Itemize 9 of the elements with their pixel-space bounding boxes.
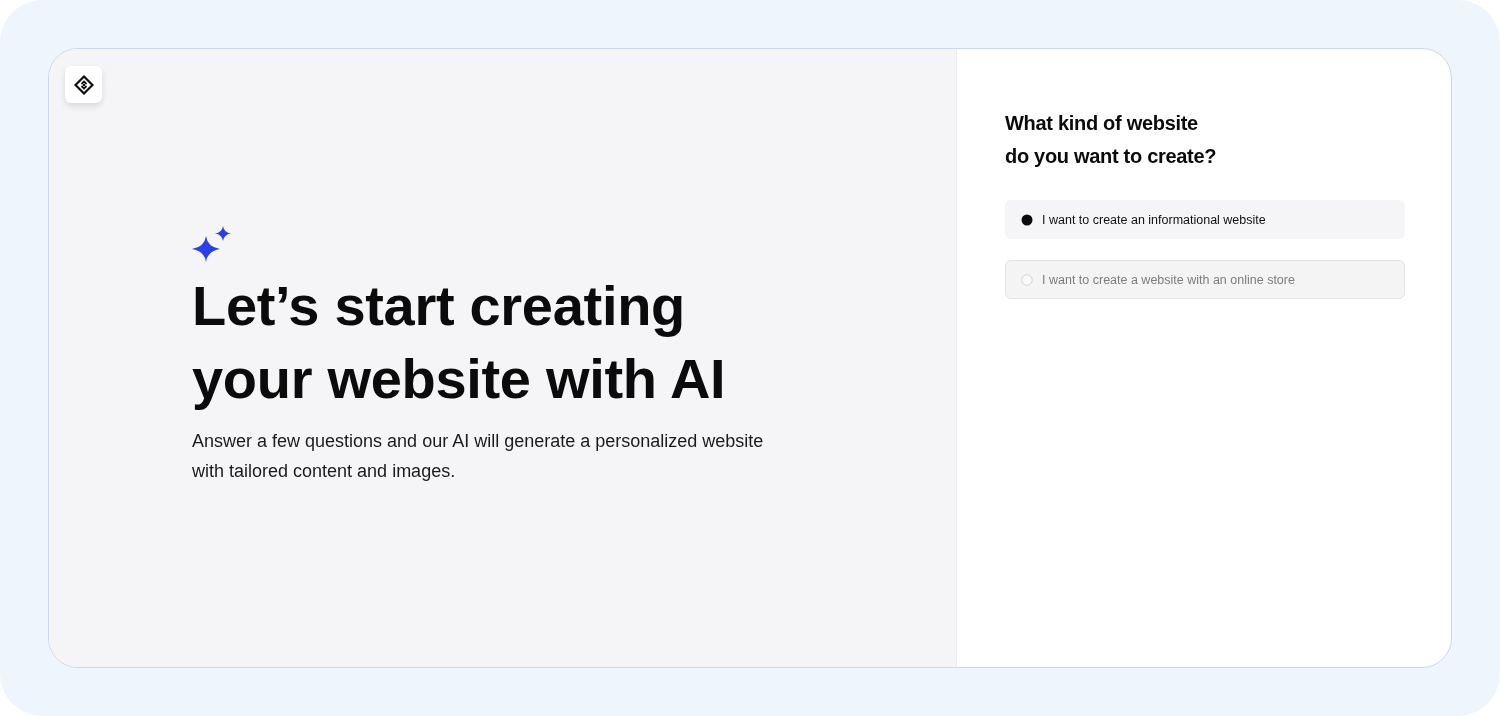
question-heading: What kind of website do you want to create? bbox=[1005, 111, 1217, 169]
hero-description: Answer a few questions and our AI will generate a personalized website with tailored content and images. bbox=[192, 430, 764, 483]
option-button[interactable]: I want to create an informational website bbox=[1005, 200, 1405, 239]
hero-heading: Let’s start creating your website with AI bbox=[192, 273, 726, 412]
sparkle-icon bbox=[192, 225, 232, 263]
radio-button[interactable] bbox=[1021, 213, 1033, 226]
logo-icon[interactable] bbox=[65, 66, 102, 103]
radio-button[interactable] bbox=[1021, 273, 1033, 286]
option-button[interactable]: I want to create a website with an online store bbox=[1005, 260, 1405, 299]
